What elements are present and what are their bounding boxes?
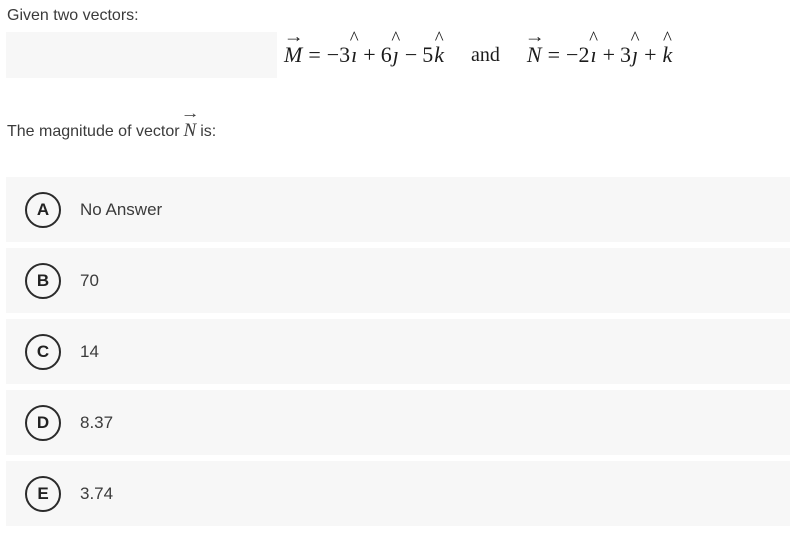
vector-m-term-3-coefficient: 5: [422, 42, 434, 67]
option-label-e: 3.74: [80, 484, 114, 503]
question-vector-symbol: N: [184, 118, 197, 144]
option-badge-e[interactable]: E: [25, 475, 61, 512]
vector-m-expression: M = − 3 ı + 6 ȷ − 5 k: [283, 42, 445, 68]
option-row-c[interactable]: C 14: [6, 319, 790, 384]
vector-m-term-3-sign: −: [404, 42, 418, 67]
equation-expression: M = − 3 ı + 6 ȷ − 5 k and N = − 2 ı + 3: [283, 32, 673, 78]
option-row-b[interactable]: B 70: [6, 248, 790, 313]
question-prefix: The magnitude of vector: [7, 123, 180, 140]
vector-m-equals: =: [308, 42, 321, 67]
prompt-heading: Given two vectors:: [7, 7, 139, 24]
vector-n-term-2-unit: ȷ: [631, 42, 639, 68]
option-badge-c[interactable]: C: [25, 333, 61, 370]
vector-n-term-1-sign: −: [566, 42, 579, 67]
vector-m-term-1-sign: −: [326, 42, 340, 67]
vector-n-term-1-coefficient: 2: [578, 42, 590, 67]
question-page: Given two vectors: M = − 3 ı + 6 ȷ − 5 k…: [0, 0, 796, 534]
vector-n-term-2-sign: +: [602, 42, 615, 67]
option-row-a[interactable]: A No Answer: [6, 177, 790, 242]
vector-m-term-2-sign: +: [363, 42, 376, 67]
option-label-d: 8.37: [80, 413, 114, 432]
vector-m-term-1-unit: ı: [350, 42, 358, 68]
vector-n-expression: N = − 2 ı + 3 ȷ + k: [526, 42, 673, 68]
answer-options-list: A No Answer B 70 C 14 D 8.37 E 3.74: [6, 177, 790, 532]
option-badge-d[interactable]: D: [25, 404, 61, 441]
question-text: The magnitude of vector N is:: [7, 118, 216, 145]
vector-n-term-3-sign: +: [644, 42, 657, 67]
equation-band: M = − 3 ı + 6 ȷ − 5 k and N = − 2 ı + 3: [6, 32, 790, 78]
question-suffix: is:: [200, 123, 217, 140]
option-row-d[interactable]: D 8.37: [6, 390, 790, 455]
vector-m-term-1-coefficient: 3: [339, 42, 351, 67]
option-label-c: 14: [80, 342, 99, 361]
vector-m-symbol: M: [283, 42, 303, 68]
vector-n-equals: =: [547, 42, 561, 67]
option-label-b: 70: [80, 271, 99, 290]
vector-n-term-3-unit: k: [662, 42, 674, 68]
option-badge-a[interactable]: A: [25, 191, 61, 228]
vector-n-symbol: N: [526, 42, 543, 68]
vector-n-term-1-unit: ı: [589, 42, 597, 68]
equation-conjunction: and: [471, 43, 500, 66]
vector-n-term-2-coefficient: 3: [620, 42, 631, 67]
option-badge-b[interactable]: B: [25, 262, 61, 299]
vector-m-term-2-unit: ȷ: [392, 42, 400, 68]
equation-placeholder-block: [6, 32, 277, 78]
vector-m-term-3-unit: k: [433, 42, 445, 68]
vector-m-term-2-coefficient: 6: [380, 42, 392, 67]
option-row-e[interactable]: E 3.74: [6, 461, 790, 526]
option-label-a: No Answer: [80, 200, 163, 219]
